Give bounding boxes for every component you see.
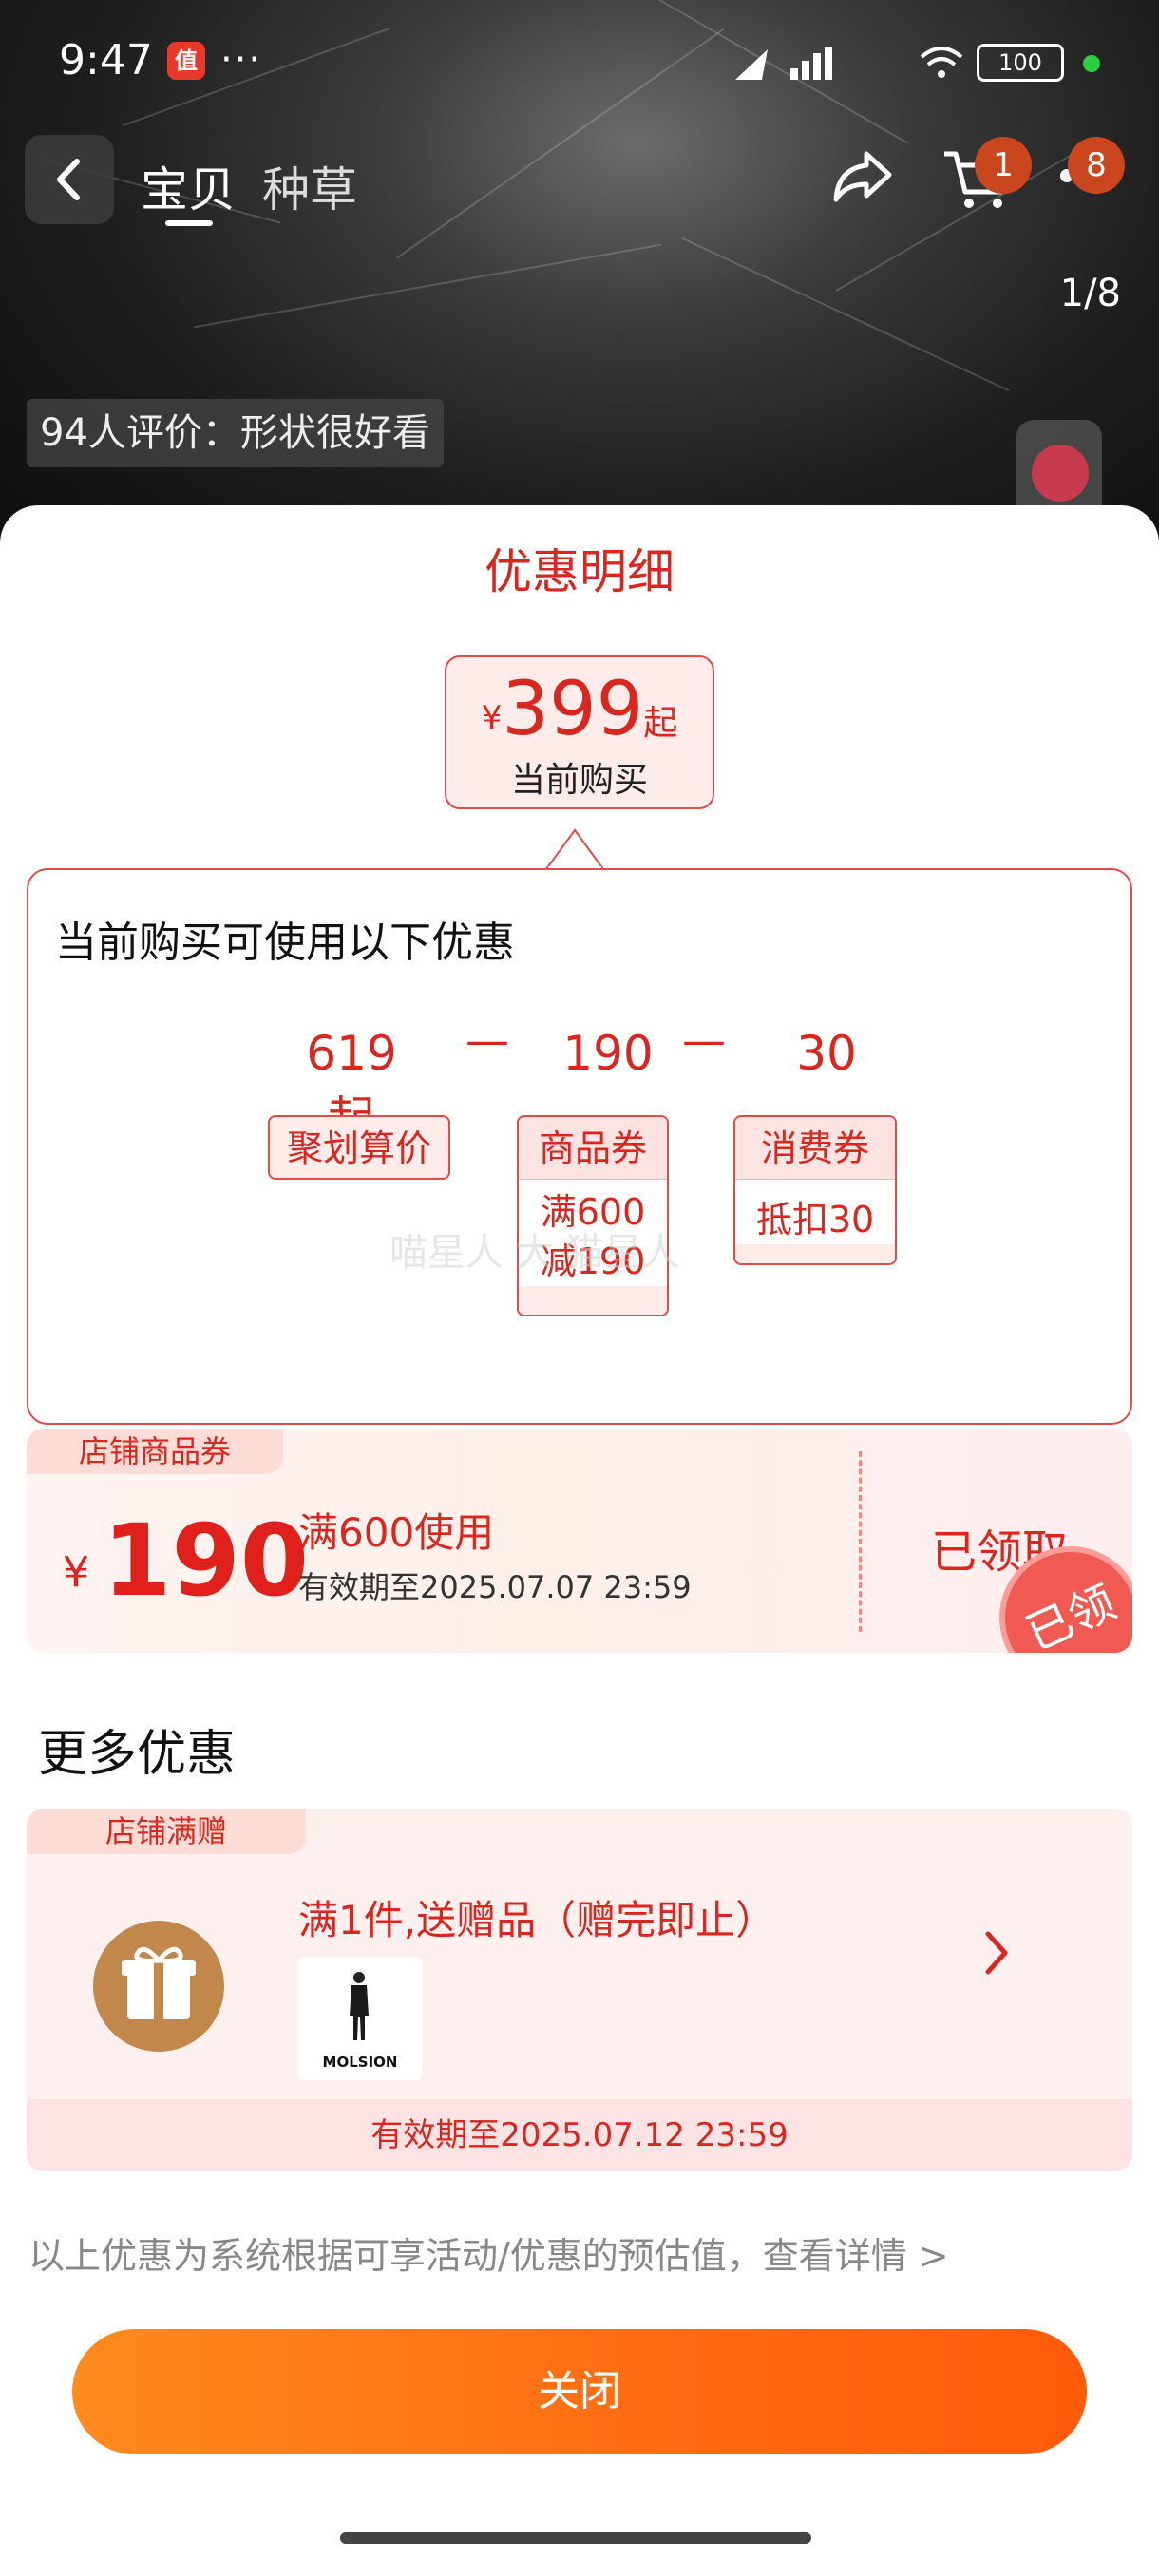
coupon-currency: ¥	[63, 1548, 89, 1597]
image-page-indicator: 1/8	[1059, 272, 1121, 315]
consumption-voucher-tag: 消费券 抵扣30	[733, 1115, 897, 1265]
active-tab-underline	[165, 220, 213, 226]
minus-operator: —	[682, 1014, 726, 1066]
callout-notch	[546, 828, 603, 870]
back-chevron-icon	[57, 159, 80, 200]
tab-baobei[interactable]: 宝贝	[141, 152, 236, 220]
gift-box-icon	[93, 1921, 224, 2052]
status-bar: 9:47 值 ··· 100	[0, 0, 1159, 123]
price-amount: 399	[502, 667, 644, 752]
gift-brand-label: MOLSION	[322, 2054, 398, 2071]
review-summary-pill[interactable]: 94人评价：形状很好看	[27, 399, 444, 467]
home-indicator[interactable]	[340, 2532, 811, 2544]
product-coupon-tag: 商品券 满600 减190	[517, 1115, 669, 1316]
more-offers-title: 更多优惠	[38, 1726, 237, 1783]
calc-coupon-amount: 190	[562, 1026, 654, 1081]
coupon-divider	[859, 1451, 862, 1632]
cart-count-badge: 1	[975, 137, 1032, 194]
privacy-indicator-dot	[1083, 55, 1100, 72]
gift-validity: 有效期至2025.07.12 23:59	[27, 2099, 1132, 2171]
signal-icon	[735, 47, 832, 80]
price-suffix: 起	[643, 704, 678, 743]
chevron-right-icon[interactable]	[978, 1924, 1016, 1981]
tab-zhongcao[interactable]: 种草	[262, 152, 357, 220]
discount-detail-sheet: 优惠明细 ¥399起 当前购买 当前购买可使用以下优惠 619起 — 190 —…	[0, 505, 1159, 2576]
discount-calculation-box: 当前购买可使用以下优惠 619起 — 190 — 30 聚划算价 商品券 满60…	[27, 868, 1132, 1425]
estimate-disclaimer-link[interactable]: 以上优惠为系统根据可享活动/优惠的预估值，查看详情 >	[28, 2226, 949, 2279]
wifi-icon	[920, 47, 963, 78]
more-notifications-icon: ···	[220, 38, 263, 82]
sheet-title: 优惠明细	[484, 544, 674, 599]
battery-indicator: 100	[977, 44, 1064, 82]
share-icon[interactable]	[826, 141, 899, 213]
coupon-validity: 有效期至2025.07.07 23:59	[298, 1569, 692, 1605]
close-button[interactable]: 关闭	[72, 2329, 1087, 2454]
back-button[interactable]	[25, 135, 114, 224]
gift-offer-title: 满1件,送赠品（赠完即止）	[298, 1897, 776, 1943]
coupon-type-tag: 店铺商品券	[27, 1429, 283, 1474]
app-notification-icon: 值	[167, 42, 205, 80]
gift-figure-image	[350, 1972, 369, 2040]
price-label: 当前购买	[510, 761, 648, 800]
status-time: 9:47	[59, 36, 153, 85]
store-gift-offer-card[interactable]: 店铺满赠 满1件,送赠品（赠完即止） MOLSION 有效期至2025.07.1…	[27, 1809, 1132, 2171]
watermark-text: 喵星人 大 猫星人	[390, 1231, 680, 1275]
gift-product-thumbnail: MOLSION	[298, 1957, 422, 2080]
minus-operator: —	[466, 1014, 509, 1066]
current-price-box: ¥399起 当前购买	[445, 655, 714, 809]
store-coupon-card[interactable]: 店铺商品券 ¥ 190 满600使用 有效期至2025.07.07 23:59 …	[27, 1429, 1132, 1653]
price-currency: ¥	[481, 699, 503, 737]
product-navbar: 宝贝 种草 1 8	[0, 133, 1159, 228]
coupon-condition: 满600使用	[298, 1509, 495, 1556]
calc-voucher-amount: 30	[796, 1026, 857, 1081]
calc-title: 当前购买可使用以下优惠	[55, 919, 515, 967]
juhuasuan-price-tag: 聚划算价	[268, 1115, 450, 1180]
gift-type-tag: 店铺满赠	[27, 1809, 306, 1854]
message-count-badge: 8	[1068, 137, 1125, 194]
audio-bars-icon	[1032, 445, 1089, 502]
coupon-amount: 190	[103, 1503, 310, 1619]
